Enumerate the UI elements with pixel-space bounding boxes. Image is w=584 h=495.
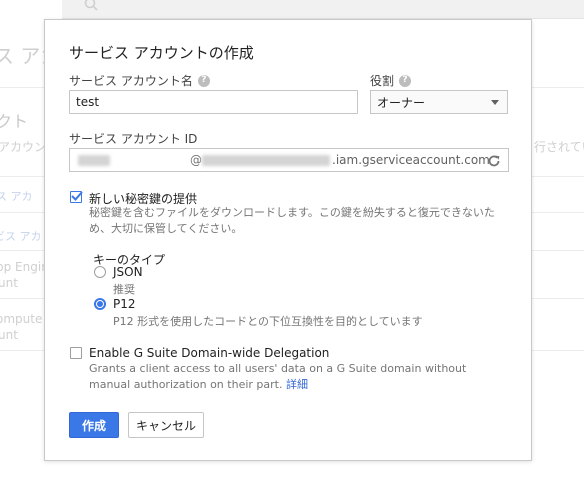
account-id-field[interactable]: @ .iam.gserviceaccount.com: [69, 148, 509, 172]
background-link: ス アカ: [0, 190, 33, 203]
background-row-text: unt: [0, 328, 18, 342]
key-type-json-label: JSON: [113, 265, 143, 279]
dialog-title: サービス アカウントの作成: [69, 44, 254, 62]
key-type-p12-radio[interactable]: [94, 298, 106, 310]
cancel-button[interactable]: キャンセル: [128, 412, 204, 438]
help-icon[interactable]: ?: [399, 74, 412, 87]
search-icon: [84, 0, 98, 15]
background-subtext-left: アカウン: [0, 140, 47, 154]
background-subtext-right: 行されてい: [534, 140, 584, 154]
key-type-json-radio[interactable]: [94, 266, 106, 278]
id-domain-suffix: .iam.gserviceaccount.com: [332, 153, 490, 167]
role-select-value: オーナー: [377, 95, 426, 110]
redacted-project-id: [202, 155, 330, 166]
gsuite-delegation-label: Enable G Suite Domain-wide Delegation: [89, 346, 330, 360]
key-type-p12-label: P12: [113, 297, 136, 311]
account-id-label: サービス アカウント ID: [69, 130, 197, 147]
account-id-label-text: サービス アカウント ID: [69, 132, 198, 146]
refresh-icon[interactable]: [486, 153, 502, 169]
account-name-label: サービス アカウント名 ?: [69, 72, 210, 89]
gsuite-description-text: Grants a client access to all users' dat…: [89, 362, 467, 391]
help-icon[interactable]: ?: [197, 74, 210, 87]
redacted-id-prefix: [78, 155, 110, 166]
gsuite-delegation-checkbox[interactable]: [70, 347, 82, 359]
background-row-text: pp Engin: [0, 260, 49, 274]
background-heading: クト: [0, 112, 29, 131]
background-row-text: unt: [0, 276, 18, 290]
key-type-p12-note: P12 形式を使用したコードとの下位互換性を目的としています: [113, 315, 423, 328]
details-link[interactable]: 詳細: [286, 378, 308, 391]
gsuite-delegation-description: Grants a client access to all users' dat…: [89, 361, 509, 393]
account-name-input[interactable]: [69, 90, 358, 114]
checkmark-icon: [71, 191, 83, 201]
new-key-description: 秘密鍵を含むファイルをダウンロードします。この鍵を紛失すると復元できないため、大…: [89, 206, 495, 235]
account-name-label-text: サービス アカウント名: [69, 74, 193, 88]
role-select[interactable]: オーナー: [370, 90, 508, 114]
background-link: ビス アカ: [0, 230, 42, 243]
create-button[interactable]: 作成: [69, 412, 119, 438]
dropdown-arrow-icon: [491, 100, 499, 105]
role-label: 役割 ?: [370, 72, 412, 89]
key-type-json-note: 推奨: [113, 283, 135, 296]
new-key-checkbox[interactable]: [70, 191, 83, 203]
create-service-account-dialog: サービス アカウントの作成 サービス アカウント名 ? 役割 ? オーナー サー…: [44, 19, 532, 461]
id-at-sign: @: [190, 153, 202, 167]
role-label-text: 役割: [370, 74, 395, 88]
background-search-bar: [62, 0, 584, 19]
